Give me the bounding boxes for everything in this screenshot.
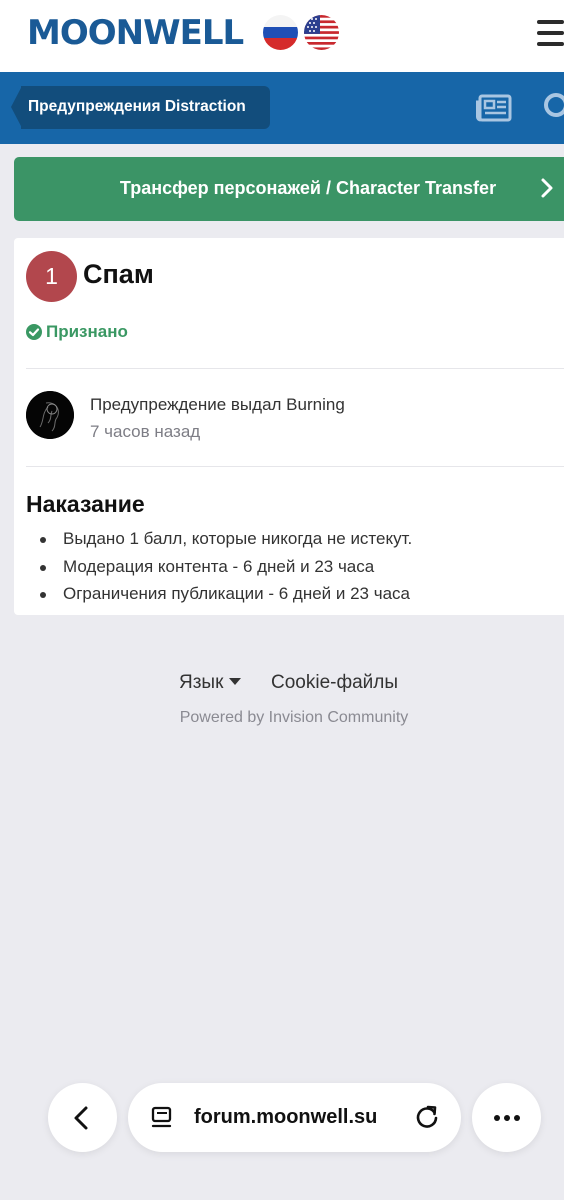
caret-down-icon (229, 678, 242, 685)
usa-flag-icon[interactable] (304, 15, 339, 50)
reload-icon[interactable] (414, 1104, 440, 1130)
powered-by-link[interactable]: Powered by Invision Community (0, 709, 564, 727)
url-text: forum.moonwell.su (194, 1106, 378, 1128)
more-dots-icon (494, 1115, 520, 1121)
newspaper-icon[interactable] (476, 94, 512, 122)
avatar[interactable] (26, 391, 74, 439)
status-label: Признано (46, 322, 128, 341)
footer-links: Язык Cookie-файлы (0, 672, 564, 698)
warning-title: Спам (83, 259, 154, 289)
list-item: Ограничения публикации - 6 дней и 23 час… (40, 580, 412, 608)
character-transfer-button[interactable]: Трансфер персонажей / Character Transfer (14, 157, 564, 221)
hamburger-menu-icon[interactable] (537, 20, 564, 46)
issued-by-text: Предупреждение выдал Burning (90, 395, 345, 414)
warning-card: 1 Спам Признано Предупреждение выдал Bur… (14, 238, 564, 615)
divider (26, 368, 564, 369)
page-menu-icon (151, 1106, 172, 1128)
divider (26, 466, 564, 467)
chevron-right-icon (541, 178, 553, 198)
list-item: Выдано 1 балл, которые никогда не истеку… (40, 525, 412, 553)
breadcrumb-label: Предупреждения Distraction (28, 98, 246, 115)
browser-back-button[interactable] (48, 1083, 117, 1152)
more-options-button[interactable] (472, 1083, 541, 1152)
language-selector[interactable]: Язык (179, 672, 242, 694)
site-header: MOONWELL (0, 0, 564, 72)
warning-points-badge: 1 (26, 251, 77, 302)
status-acknowledged: Признано (26, 322, 128, 342)
russia-flag-icon[interactable] (263, 15, 298, 50)
punishment-list: Выдано 1 балл, которые никогда не истеку… (40, 525, 412, 608)
chevron-left-icon (74, 1106, 88, 1130)
check-circle-icon (26, 324, 42, 340)
language-label: Язык (179, 672, 224, 693)
breadcrumb-back[interactable]: Предупреждения Distraction (11, 86, 270, 129)
issued-time: 7 часов назад (90, 422, 201, 441)
character-transfer-label: Трансфер персонажей / Character Transfer (119, 178, 497, 198)
punishment-heading: Наказание (26, 491, 145, 517)
cookies-link[interactable]: Cookie-файлы (271, 672, 398, 694)
site-logo[interactable]: MOONWELL (27, 14, 244, 52)
address-bar[interactable]: forum.moonwell.su (128, 1083, 461, 1152)
search-icon[interactable] (540, 92, 564, 122)
list-item: Модерация контента - 6 дней и 23 часа (40, 553, 412, 581)
